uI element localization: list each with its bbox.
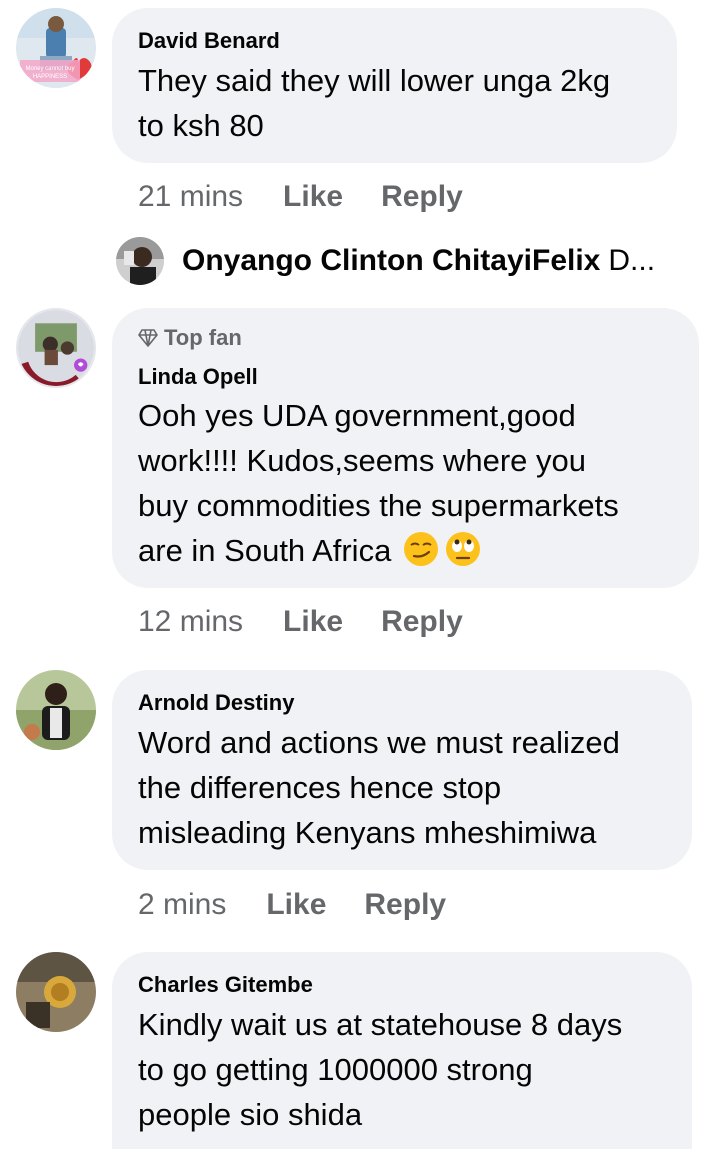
comment-bubble: Charles Gitembe Kindly wait us at stateh… [112, 952, 692, 1149]
avatar[interactable] [16, 952, 96, 1032]
like-button[interactable]: Like [266, 888, 326, 922]
comment-actions: 2 mins Like Reply [138, 888, 446, 922]
comment-bubble: Top fan Linda Opell Ooh yes UDA governme… [112, 308, 699, 588]
comment-text: Word and actions we must realized the di… [138, 725, 620, 850]
svg-text:Money cannot buy: Money cannot buy [25, 66, 74, 72]
reply-author[interactable]: Onyango Clinton ChitayiFelix [182, 244, 600, 278]
diamond-icon [138, 329, 158, 347]
comment-actions: 21 mins Like Reply [138, 180, 463, 214]
comment-actions: 12 mins Like Reply [138, 605, 463, 639]
like-button[interactable]: Like [283, 605, 343, 639]
comment-bubble: David Benard They said they will lower u… [112, 8, 677, 163]
avatar[interactable] [16, 670, 96, 750]
reply-button[interactable]: Reply [364, 888, 446, 922]
eye-roll-emoji [446, 532, 481, 566]
avatar[interactable]: Money cannot buy HAPPINESS [16, 8, 96, 88]
comment-text: Ooh yes UDA government,good work!!!! Kud… [138, 398, 619, 568]
like-button[interactable]: Like [283, 180, 343, 214]
reply-button[interactable]: Reply [381, 605, 463, 639]
avatar[interactable] [16, 308, 96, 388]
top-fan-badge: Top fan [138, 325, 242, 351]
comment-text: Kindly wait us at statehouse 8 days to g… [138, 1007, 623, 1132]
reply-button[interactable]: Reply [381, 180, 463, 214]
comment-author[interactable]: Linda Opell [138, 364, 258, 390]
reply-avatar[interactable] [116, 237, 164, 285]
comment-author[interactable]: Charles Gitembe [138, 972, 313, 998]
comment-author[interactable]: Arnold Destiny [138, 690, 294, 716]
comment-author[interactable]: David Benard [138, 28, 280, 54]
reply-preview[interactable]: Onyango Clinton ChitayiFelix D... [182, 237, 655, 285]
comment-text: They said they will lower unga 2kg to ks… [138, 63, 611, 143]
smirking-face-emoji [404, 532, 439, 566]
reply-snippet: D... [608, 244, 656, 277]
comment-time[interactable]: 2 mins [138, 888, 226, 922]
comment-time[interactable]: 21 mins [138, 180, 243, 214]
comment-time[interactable]: 12 mins [138, 605, 243, 639]
comment-bubble: Arnold Destiny Word and actions we must … [112, 670, 692, 870]
svg-text:HAPPINESS: HAPPINESS [33, 74, 67, 80]
